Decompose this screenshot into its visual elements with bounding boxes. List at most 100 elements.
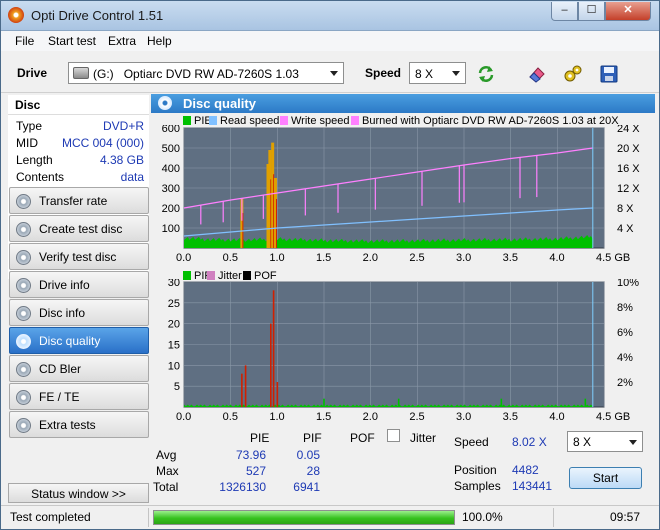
drive-select[interactable]: (G:) Optiarc DVD RW AD-7260S 1.03 xyxy=(68,62,344,84)
pif-chart: 0.0 0.5 1.0 1.5 2.0 2.5 3.0 3.5 4.0 4.5 GB 5 10 15 20… xyxy=(168,279,639,421)
nav-extra-tests[interactable]: Extra tests xyxy=(9,411,149,438)
x-tick-label: 0.0 xyxy=(176,411,191,421)
x-tick-label: 4.0 xyxy=(549,411,564,421)
y-tick-label: 100 xyxy=(162,223,180,235)
progress-percent: 100.0% xyxy=(462,510,503,524)
minimize-button[interactable]: – xyxy=(551,2,578,21)
legend-swatch xyxy=(280,116,288,125)
nav-disc-quality[interactable]: Disc quality xyxy=(9,327,149,354)
nav-label: Verify test disc xyxy=(39,250,117,264)
app-disc-icon xyxy=(8,7,24,23)
x-tick-label: 3.5 xyxy=(503,252,518,264)
avg-pie-value: 73.96 xyxy=(235,448,266,462)
max-pif-value: 28 xyxy=(306,464,320,478)
menu-start-test[interactable]: Start test xyxy=(48,34,96,48)
disc-info-row: Length 4.38 GB xyxy=(16,153,146,169)
menu-help[interactable]: Help xyxy=(147,34,172,48)
panel-header: Disc quality xyxy=(151,94,655,113)
x-tick-label: 2.0 xyxy=(363,411,378,421)
disc-icon xyxy=(16,306,31,321)
nav-cd-bler[interactable]: CD Bler xyxy=(9,355,149,382)
erase-button[interactable] xyxy=(523,60,549,86)
y-tick-label: 25 xyxy=(168,298,180,310)
disc-icon xyxy=(158,96,172,110)
y-tick-label: 200 xyxy=(162,203,180,215)
disc-mid-label: MID xyxy=(16,136,38,150)
stats-col-pof: POF xyxy=(350,431,375,445)
chevron-down-icon xyxy=(330,71,338,76)
legend-swatch xyxy=(183,116,191,125)
status-separator xyxy=(148,508,149,527)
test-speed-select[interactable]: 8 X xyxy=(567,431,643,452)
save-button[interactable] xyxy=(595,60,621,86)
speed-select[interactable]: 8 X xyxy=(409,62,466,84)
disc-type-label: Type xyxy=(16,119,43,133)
start-button[interactable]: Start xyxy=(569,467,642,489)
stats-total-label: Total xyxy=(153,480,179,494)
progress-fill xyxy=(154,511,454,524)
x-tick-label: 4.0 xyxy=(549,252,564,264)
nav-label: CD Bler xyxy=(39,362,82,376)
refresh-button[interactable] xyxy=(472,60,498,86)
disc-icon xyxy=(16,222,31,237)
disc-info-row: Type DVD+R xyxy=(16,119,146,135)
status-text: Test completed xyxy=(10,510,91,524)
jitter-checkbox[interactable] xyxy=(387,429,400,442)
x-tick-label: 3.5 xyxy=(503,411,518,421)
stats-col-pie: PIE xyxy=(250,431,270,445)
toolbar: Drive (G:) Optiarc DVD RW AD-7260S 1.03 … xyxy=(1,52,659,93)
menu-extra[interactable]: Extra xyxy=(108,34,136,48)
title-bar[interactable]: Opti Drive Control 1.51 – ☐ ✕ xyxy=(1,1,659,31)
y-tick-label: 5 xyxy=(174,381,180,393)
jitter-checkbox-label: Jitter xyxy=(410,431,437,445)
speed-stat-value: 8.02 X xyxy=(512,435,547,449)
nav-transfer-rate[interactable]: Transfer rate xyxy=(9,187,149,214)
y-tick-label: 300 xyxy=(162,183,180,195)
stats-max-label: Max xyxy=(156,464,179,478)
status-window-button[interactable]: Status window >> xyxy=(8,483,149,503)
nav-disc-info[interactable]: Disc info xyxy=(9,299,149,326)
y-tick-label: 20 xyxy=(168,319,180,331)
y2-tick-label: 8% xyxy=(617,302,633,314)
x-tick-label: 3.0 xyxy=(456,411,471,421)
nav-label: Disc info xyxy=(39,306,86,320)
nav-create-test-disc[interactable]: Create test disc xyxy=(9,215,149,242)
disc-icon xyxy=(16,250,31,265)
legend-swatch xyxy=(351,116,359,125)
drive-select-value: (G:) Optiarc DVD RW AD-7260S 1.03 xyxy=(93,67,299,81)
nav-drive-info[interactable]: Drive info xyxy=(9,271,149,298)
chevron-down-icon xyxy=(629,440,637,445)
x-tick-label: 1.0 xyxy=(269,252,284,264)
samples-value: 143441 xyxy=(512,479,553,493)
eraser-icon xyxy=(529,67,545,83)
disc-type-value: DVD+R xyxy=(102,119,144,133)
y-tick-label: 30 xyxy=(168,279,180,289)
y2-tick-label: 2% xyxy=(617,377,633,389)
disc-icon xyxy=(16,194,31,209)
y2-tick-label: 12 X xyxy=(617,183,640,195)
y-tick-label: 500 xyxy=(162,143,180,155)
y-tick-label: 600 xyxy=(162,125,180,135)
max-pie-value: 527 xyxy=(245,464,266,478)
nav-verify-test-disc[interactable]: Verify test disc xyxy=(9,243,149,270)
close-button[interactable]: ✕ xyxy=(605,2,651,21)
disc-length-label: Length xyxy=(16,153,53,167)
menu-file[interactable]: File xyxy=(15,34,34,48)
y2-tick-label: 4% xyxy=(617,352,633,364)
x-tick-label: 1.5 xyxy=(316,411,331,421)
disc-contents-label: Contents xyxy=(16,170,65,184)
chevron-down-icon xyxy=(452,71,460,76)
settings-button[interactable] xyxy=(559,60,585,86)
progress-bar xyxy=(153,510,455,525)
nav-label: Create test disc xyxy=(39,222,123,236)
nav-label: Extra tests xyxy=(39,418,96,432)
maximize-button[interactable]: ☐ xyxy=(578,2,605,21)
x-tick-label: 4.5 GB xyxy=(596,252,630,264)
gears-icon xyxy=(564,65,582,82)
nav-label: Disc quality xyxy=(39,334,101,348)
y-tick-label: 400 xyxy=(162,163,180,175)
drive-label: Drive xyxy=(17,66,48,80)
nav-fe-te[interactable]: FE / TE xyxy=(9,383,149,410)
stats-avg-label: Avg xyxy=(156,448,177,462)
test-speed-value: 8 X xyxy=(573,435,592,449)
